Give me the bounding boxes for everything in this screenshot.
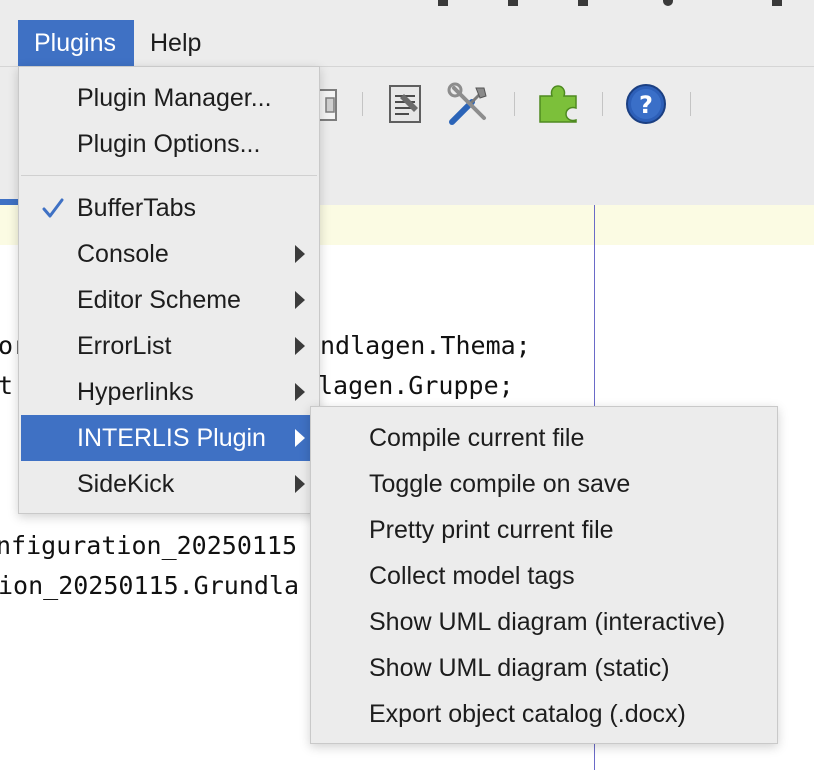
menu-item-console[interactable]: Console xyxy=(21,231,317,277)
title-bar-glyph xyxy=(438,0,448,6)
menu-item-plugin-options[interactable]: Plugin Options... xyxy=(21,121,317,167)
menu-item-plugin-manager[interactable]: Plugin Manager... xyxy=(21,75,317,121)
menu-item-interlis-plugin[interactable]: INTERLIS Plugin xyxy=(21,415,317,461)
menu-separator xyxy=(21,175,317,176)
menu-item-label: BufferTabs xyxy=(77,194,197,222)
code-line: lagen.Gruppe; xyxy=(318,371,514,400)
toolbar-separator xyxy=(362,92,363,116)
menu-item-pretty-print[interactable]: Pretty print current file xyxy=(313,507,775,553)
menu-item-export-object-catalog[interactable]: Export object catalog (.docx) xyxy=(313,691,775,737)
submenu-arrow-icon xyxy=(295,337,305,355)
code-line: t xyxy=(0,371,14,400)
menu-item-hyperlinks[interactable]: Hyperlinks xyxy=(21,369,317,415)
submenu-arrow-icon xyxy=(295,429,305,447)
menu-item-errorlist[interactable]: ErrorList xyxy=(21,323,317,369)
code-line: ion_20250115.Grundla xyxy=(0,571,300,600)
menu-item-label: INTERLIS Plugin xyxy=(77,424,266,452)
document-edit-icon[interactable] xyxy=(384,82,428,126)
menu-item-uml-static[interactable]: Show UML diagram (static) xyxy=(313,645,775,691)
menu-item-label: Plugin Options... xyxy=(77,130,261,158)
menu-item-toggle-compile-on-save[interactable]: Toggle compile on save xyxy=(313,461,775,507)
tools-icon[interactable] xyxy=(446,82,490,126)
toolbar-separator xyxy=(602,92,603,116)
title-bar-glyph xyxy=(508,0,518,6)
menu-item-editor-scheme[interactable]: Editor Scheme xyxy=(21,277,317,323)
title-bar-glyph xyxy=(663,0,673,6)
menu-item-label: Editor Scheme xyxy=(77,286,241,314)
menu-item-label: Hyperlinks xyxy=(77,378,194,406)
title-bar-glyph xyxy=(578,0,588,6)
checkmark-icon xyxy=(42,198,64,218)
title-bar-glyph xyxy=(772,0,782,6)
menu-item-label: SideKick xyxy=(77,470,175,498)
menubar-help[interactable]: Help xyxy=(134,20,218,66)
interlis-submenu: Compile current file Toggle compile on s… xyxy=(310,406,778,744)
menu-bar: Plugins Help xyxy=(0,20,814,66)
toolbar-separator xyxy=(690,92,691,116)
submenu-arrow-icon xyxy=(295,475,305,493)
menu-item-collect-model-tags[interactable]: Collect model tags xyxy=(313,553,775,599)
toolbar-separator xyxy=(514,92,515,116)
code-line: ndlagen.Thema; xyxy=(320,331,531,360)
code-line: nfiguration_20250115 xyxy=(0,531,298,560)
menu-item-label: Console xyxy=(77,240,169,268)
svg-text:?: ? xyxy=(639,91,653,119)
menu-item-compile-current-file[interactable]: Compile current file xyxy=(313,415,775,461)
menu-item-uml-interactive[interactable]: Show UML diagram (interactive) xyxy=(313,599,775,645)
submenu-arrow-icon xyxy=(295,383,305,401)
plugins-menu: Plugin Manager... Plugin Options... Buff… xyxy=(18,66,320,514)
menu-item-label: ErrorList xyxy=(77,332,172,360)
puzzle-icon[interactable] xyxy=(536,82,580,126)
menu-item-sidekick[interactable]: SideKick xyxy=(21,461,317,507)
submenu-arrow-icon xyxy=(295,245,305,263)
menubar-plugins[interactable]: Plugins xyxy=(18,20,134,66)
submenu-arrow-icon xyxy=(295,291,305,309)
app-window: Plugins Help ? or ndlagen.Thema; t lagen… xyxy=(0,0,814,770)
title-bar xyxy=(0,0,814,20)
help-icon[interactable]: ? xyxy=(624,82,668,126)
menu-item-label: Plugin Manager... xyxy=(77,84,272,112)
menu-item-buffertabs[interactable]: BufferTabs xyxy=(21,185,317,231)
